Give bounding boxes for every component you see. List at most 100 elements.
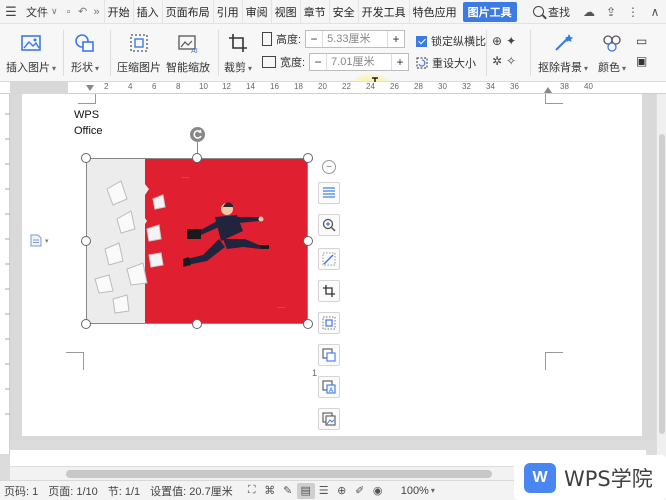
compress-picture-button[interactable]: 压缩图片: [117, 32, 161, 75]
pen-icon[interactable]: ✎: [279, 483, 297, 499]
width-input[interactable]: 7.01厘米: [326, 54, 393, 70]
vertical-scroll-thumb[interactable]: [659, 134, 665, 434]
color-button[interactable]: 颜色 ▾: [598, 32, 626, 75]
picture-effects-button[interactable]: ⊕ ✦ ✲ ✧: [492, 34, 516, 68]
shape-button[interactable]: 形状 ▾: [71, 32, 99, 75]
undo-icon[interactable]: ↶: [76, 0, 90, 24]
chevron-down-icon[interactable]: ▾: [431, 486, 435, 495]
remove-background-button[interactable]: 抠除背景 ▾: [538, 32, 588, 75]
more-icon[interactable]: ⋮: [622, 0, 644, 24]
resize-handle-left[interactable]: [81, 236, 91, 246]
tab-security[interactable]: 安全: [328, 0, 358, 24]
more-chevron-icon[interactable]: »: [90, 0, 104, 24]
tab-chapter[interactable]: 章节: [299, 0, 329, 24]
tab-insert[interactable]: 插入: [132, 0, 162, 24]
document-text-line[interactable]: Office: [74, 125, 103, 137]
tab-references[interactable]: 引用: [212, 0, 242, 24]
collapse-ribbon-icon[interactable]: ∧: [644, 0, 666, 24]
sparkle-icon: ✦: [506, 34, 517, 48]
rotate-handle[interactable]: [190, 127, 205, 142]
focus-mode-icon[interactable]: ⌘: [261, 483, 279, 499]
smart-zoom-icon: AI: [178, 35, 198, 54]
magic-wand-icon: [322, 252, 336, 266]
reset-size-button[interactable]: 重设大小: [416, 55, 476, 71]
tab-view[interactable]: 视图: [270, 0, 300, 24]
page-view-icon[interactable]: ▤: [296, 482, 315, 499]
height-input[interactable]: 5.33厘米: [322, 31, 389, 47]
file-menu[interactable]: 文件 ∨: [22, 0, 62, 24]
compress-tool-button[interactable]: [318, 312, 340, 334]
hamburger-menu-icon[interactable]: ☰: [0, 0, 22, 24]
ruler-tick-label: 20: [318, 82, 327, 91]
selected-picture[interactable]: ····· ·····: [86, 158, 308, 324]
write-mode-icon[interactable]: ✐: [351, 483, 369, 499]
horizontal-scroll-thumb[interactable]: [66, 470, 492, 478]
full-screen-icon[interactable]: ⛶: [243, 483, 261, 499]
vertical-scrollbar[interactable]: [656, 94, 666, 466]
height-increase-button[interactable]: +: [388, 31, 404, 47]
resize-handle-top[interactable]: [192, 153, 202, 163]
margin-corner-mark: [545, 94, 563, 104]
ruler-tick-label: 32: [462, 82, 471, 91]
smart-zoom-button[interactable]: AI 智能缩放: [166, 32, 210, 75]
tab-page-layout[interactable]: 页面布局: [161, 0, 213, 24]
collapse-tools-button[interactable]: −: [322, 160, 336, 174]
more-tools-column[interactable]: ▭ ▣: [636, 34, 647, 68]
magic-remove-button[interactable]: [318, 248, 340, 270]
insert-picture-button[interactable]: 插入图片 ▾: [6, 32, 56, 75]
zoom-picture-button[interactable]: [318, 214, 340, 236]
insert-picture-label: 插入图片: [6, 62, 50, 74]
picture-print-button[interactable]: [318, 408, 340, 430]
resize-handle-bottom-left[interactable]: [81, 319, 91, 329]
document-text-line[interactable]: WPS: [74, 109, 99, 121]
lock-ratio-checkbox[interactable]: 锁定纵横比: [416, 33, 486, 49]
resize-handle-bottom[interactable]: [192, 319, 202, 329]
tab-home[interactable]: 开始: [103, 0, 133, 24]
layout-options-button[interactable]: [318, 182, 340, 204]
smart-zoom-label: 智能缩放: [166, 62, 210, 74]
search-label: 查找: [548, 6, 570, 19]
resize-handle-top-right[interactable]: [303, 153, 313, 163]
indent-marker-icon[interactable]: [86, 85, 94, 93]
document-icon: [30, 234, 42, 247]
eye-protection-icon[interactable]: ◉: [369, 483, 387, 499]
tab-developer[interactable]: 开发工具: [357, 0, 409, 24]
vertical-ruler: [0, 94, 10, 454]
chevron-down-icon: ▾: [45, 237, 49, 245]
height-field: − 5.33厘米 +: [305, 30, 406, 48]
crop-tool-button[interactable]: [318, 280, 340, 302]
ruler-tick-label: 14: [246, 82, 255, 91]
compress-picture-label: 压缩图片: [117, 62, 161, 74]
outline-view-icon[interactable]: ☰: [315, 483, 333, 499]
ruler-tick-label: 28: [414, 82, 423, 91]
web-view-icon[interactable]: ⊕: [333, 483, 351, 499]
checkbox-checked-icon: [416, 35, 427, 47]
picture-stack-icon: [322, 412, 336, 426]
save-icon[interactable]: ▫: [62, 0, 76, 24]
share-icon[interactable]: ⇪: [600, 0, 622, 24]
ruler-tick-label: 22: [342, 82, 351, 91]
zoom-level[interactable]: 100%: [401, 485, 429, 497]
tab-review[interactable]: 审阅: [241, 0, 271, 24]
right-indent-marker-icon[interactable]: [544, 85, 552, 93]
paragraph-layout-button[interactable]: ▾: [30, 234, 49, 247]
dropdown-arrow-icon: ▾: [95, 64, 100, 73]
width-increase-button[interactable]: +: [392, 54, 408, 70]
tab-special-apps[interactable]: 特色应用: [408, 0, 460, 24]
rotate-icon: [193, 129, 202, 139]
status-page[interactable]: 页面: 1/10: [48, 483, 98, 499]
cloud-sync-icon[interactable]: ☁: [578, 0, 600, 24]
picture-to-text-button[interactable]: [318, 344, 340, 366]
resize-handle-bottom-right[interactable]: [303, 319, 313, 329]
picture-translate-button[interactable]: A: [318, 376, 340, 398]
search-button[interactable]: 查找: [525, 4, 578, 20]
resize-handle-right[interactable]: [303, 236, 313, 246]
tab-picture-tools[interactable]: 图片工具: [462, 1, 517, 22]
color-palette-icon: [603, 35, 621, 52]
status-setting-value: 设置值: 20.7厘米: [150, 485, 233, 498]
resize-handle-top-left[interactable]: [81, 153, 91, 163]
crop-button[interactable]: 裁剪 ▾: [224, 32, 252, 75]
width-decrease-button[interactable]: −: [310, 54, 326, 70]
effect-settings-icon: ✲: [492, 54, 503, 68]
height-decrease-button[interactable]: −: [306, 31, 322, 47]
